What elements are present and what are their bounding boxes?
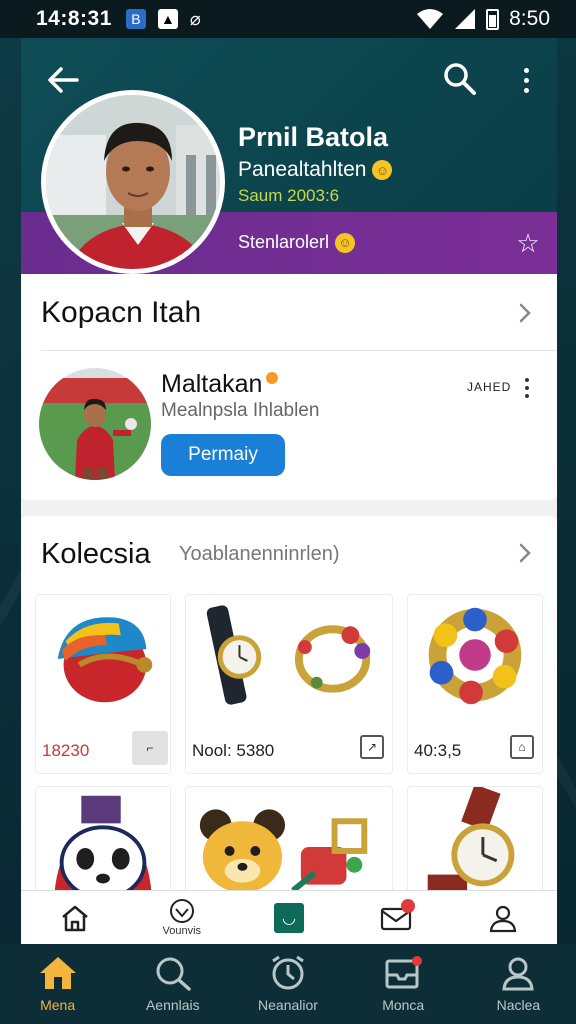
bottom-nav-search[interactable]: Aennlais	[115, 944, 230, 1024]
bottom-nav-home-label: Mena	[40, 997, 76, 1013]
inner-nav-profile[interactable]	[450, 891, 557, 945]
profile-header: Prnil Batola Panealtahlten ☺ Saum 2003:6…	[21, 38, 557, 274]
app-window: Prnil Batola Panealtahlten ☺ Saum 2003:6…	[21, 38, 557, 944]
following-title: Kopacn Itah	[41, 296, 202, 329]
wink-emoji-icon: ☺	[335, 232, 356, 253]
status-right: 8:50	[416, 7, 550, 31]
profile-name: Prnil Batola	[238, 122, 389, 152]
app-icon: ◡	[274, 902, 304, 933]
user-icon	[502, 957, 535, 991]
alarm-icon	[272, 955, 304, 990]
status-icons: B ▲ ⌀	[125, 8, 201, 30]
smile-emoji-icon: ☺	[372, 160, 393, 180]
profile-status: Stenlarolerl ☺	[238, 232, 356, 253]
watch-art	[206, 605, 371, 705]
heart-icon	[169, 898, 194, 923]
collection-item[interactable]: 40:3,5 ⌂	[407, 594, 543, 774]
chevron-right-icon[interactable]	[513, 298, 537, 328]
collection-item[interactable]	[35, 786, 171, 906]
player-tag: JAHED	[467, 380, 512, 394]
inner-nav-favorites-label: Vounvis	[162, 924, 202, 937]
bluetooth-icon: B	[125, 9, 146, 29]
user-icon	[490, 905, 517, 932]
home-icon	[61, 905, 88, 931]
online-indicator	[266, 372, 279, 384]
bottom-nav-inbox-label: Monca	[382, 997, 425, 1013]
signal-icon	[455, 9, 476, 29]
item-action-button[interactable]: ↗	[360, 735, 384, 759]
bottom-nav-profile[interactable]: Naclea	[461, 944, 576, 1024]
follow-button[interactable]: Permaiy	[161, 434, 285, 476]
following-card: Kopacn Itah Maltakan Mealnpsla Ihlablen	[21, 274, 557, 500]
bear-art	[199, 809, 368, 905]
bottom-nav-home[interactable]: Mena	[0, 944, 115, 1024]
collection-subtitle: Yoablanenninrlen)	[179, 543, 340, 565]
bottom-nav-inbox[interactable]: Monca	[346, 944, 461, 1024]
profile-status-text: Stenlarolerl	[238, 232, 330, 252]
inbox-icon	[385, 956, 423, 989]
bottom-navigation: Mena Aennlais Neanalior Monca Naclea	[0, 944, 576, 1024]
collection-item[interactable]: 18230 ⌐	[35, 594, 171, 774]
collection-item[interactable]	[185, 786, 393, 906]
collection-item[interactable]: Nool: 5380 ↗	[185, 594, 393, 774]
inner-tab-bar: Vounvis ◡	[21, 890, 557, 944]
search-button[interactable]	[441, 60, 479, 98]
battery-icon	[486, 8, 500, 30]
more-options-button[interactable]	[511, 62, 541, 98]
location-icon: ⌀	[189, 8, 201, 29]
item-action-button[interactable]: ⌂	[510, 735, 534, 759]
player-name-text: Maltakan	[161, 370, 263, 398]
item-price: Nool: 5380	[192, 741, 275, 760]
inner-nav-mail[interactable]	[343, 891, 450, 945]
player-role: Mealnpsla Ihlablen	[161, 400, 320, 421]
collection-title: Kolecsia	[41, 538, 151, 570]
collection-item[interactable]	[407, 786, 543, 906]
inner-nav-app[interactable]: ◡	[235, 891, 342, 945]
chevron-right-icon[interactable]	[513, 538, 537, 568]
status-bar: 14:8:31 B ▲ ⌀ 8:50	[0, 0, 576, 38]
home-icon	[39, 957, 76, 989]
panda-art	[53, 795, 153, 905]
item-action-button[interactable]: ⌐	[132, 731, 168, 765]
back-button[interactable]	[43, 60, 83, 100]
watch2-art	[427, 787, 515, 903]
profile-subtitle-text: Panealtahlten	[238, 158, 367, 181]
bottom-nav-search-label: Aennlais	[145, 997, 200, 1013]
collection-card: Kolecsia Yoablanenninrlen) 18230 ⌐ Nool:…	[21, 516, 557, 944]
notification-badge	[400, 898, 415, 913]
item-price: 18230	[42, 741, 90, 760]
player-name: Maltakan	[161, 370, 279, 399]
favorite-star-button[interactable]: ☆	[513, 228, 543, 258]
search-icon	[156, 957, 191, 991]
image-icon: ▲	[157, 9, 178, 29]
player-photo	[39, 368, 151, 480]
bottom-nav-alarm-label: Neanalior	[258, 997, 318, 1013]
bottom-nav-profile-label: Naclea	[496, 997, 541, 1013]
helmet-art	[57, 617, 153, 703]
status-time-right: 8:50	[509, 7, 550, 30]
profile-subtitle: Panealtahlten ☺	[238, 158, 393, 182]
item-price: 40:3,5	[414, 741, 462, 760]
player-avatar[interactable]	[39, 368, 151, 480]
player-more-button[interactable]	[519, 374, 535, 402]
inner-nav-favorites[interactable]: Vounvis	[128, 891, 235, 945]
profile-meta: Saum 2003:6	[238, 186, 340, 205]
status-time-left: 14:8:31	[36, 7, 112, 30]
profile-avatar[interactable]	[41, 90, 225, 274]
wifi-icon	[417, 9, 444, 29]
bracelet-art	[428, 607, 522, 705]
divider	[41, 350, 557, 351]
inner-nav-home[interactable]	[21, 891, 128, 945]
bottom-nav-alarm[interactable]: Neanalior	[230, 944, 345, 1024]
